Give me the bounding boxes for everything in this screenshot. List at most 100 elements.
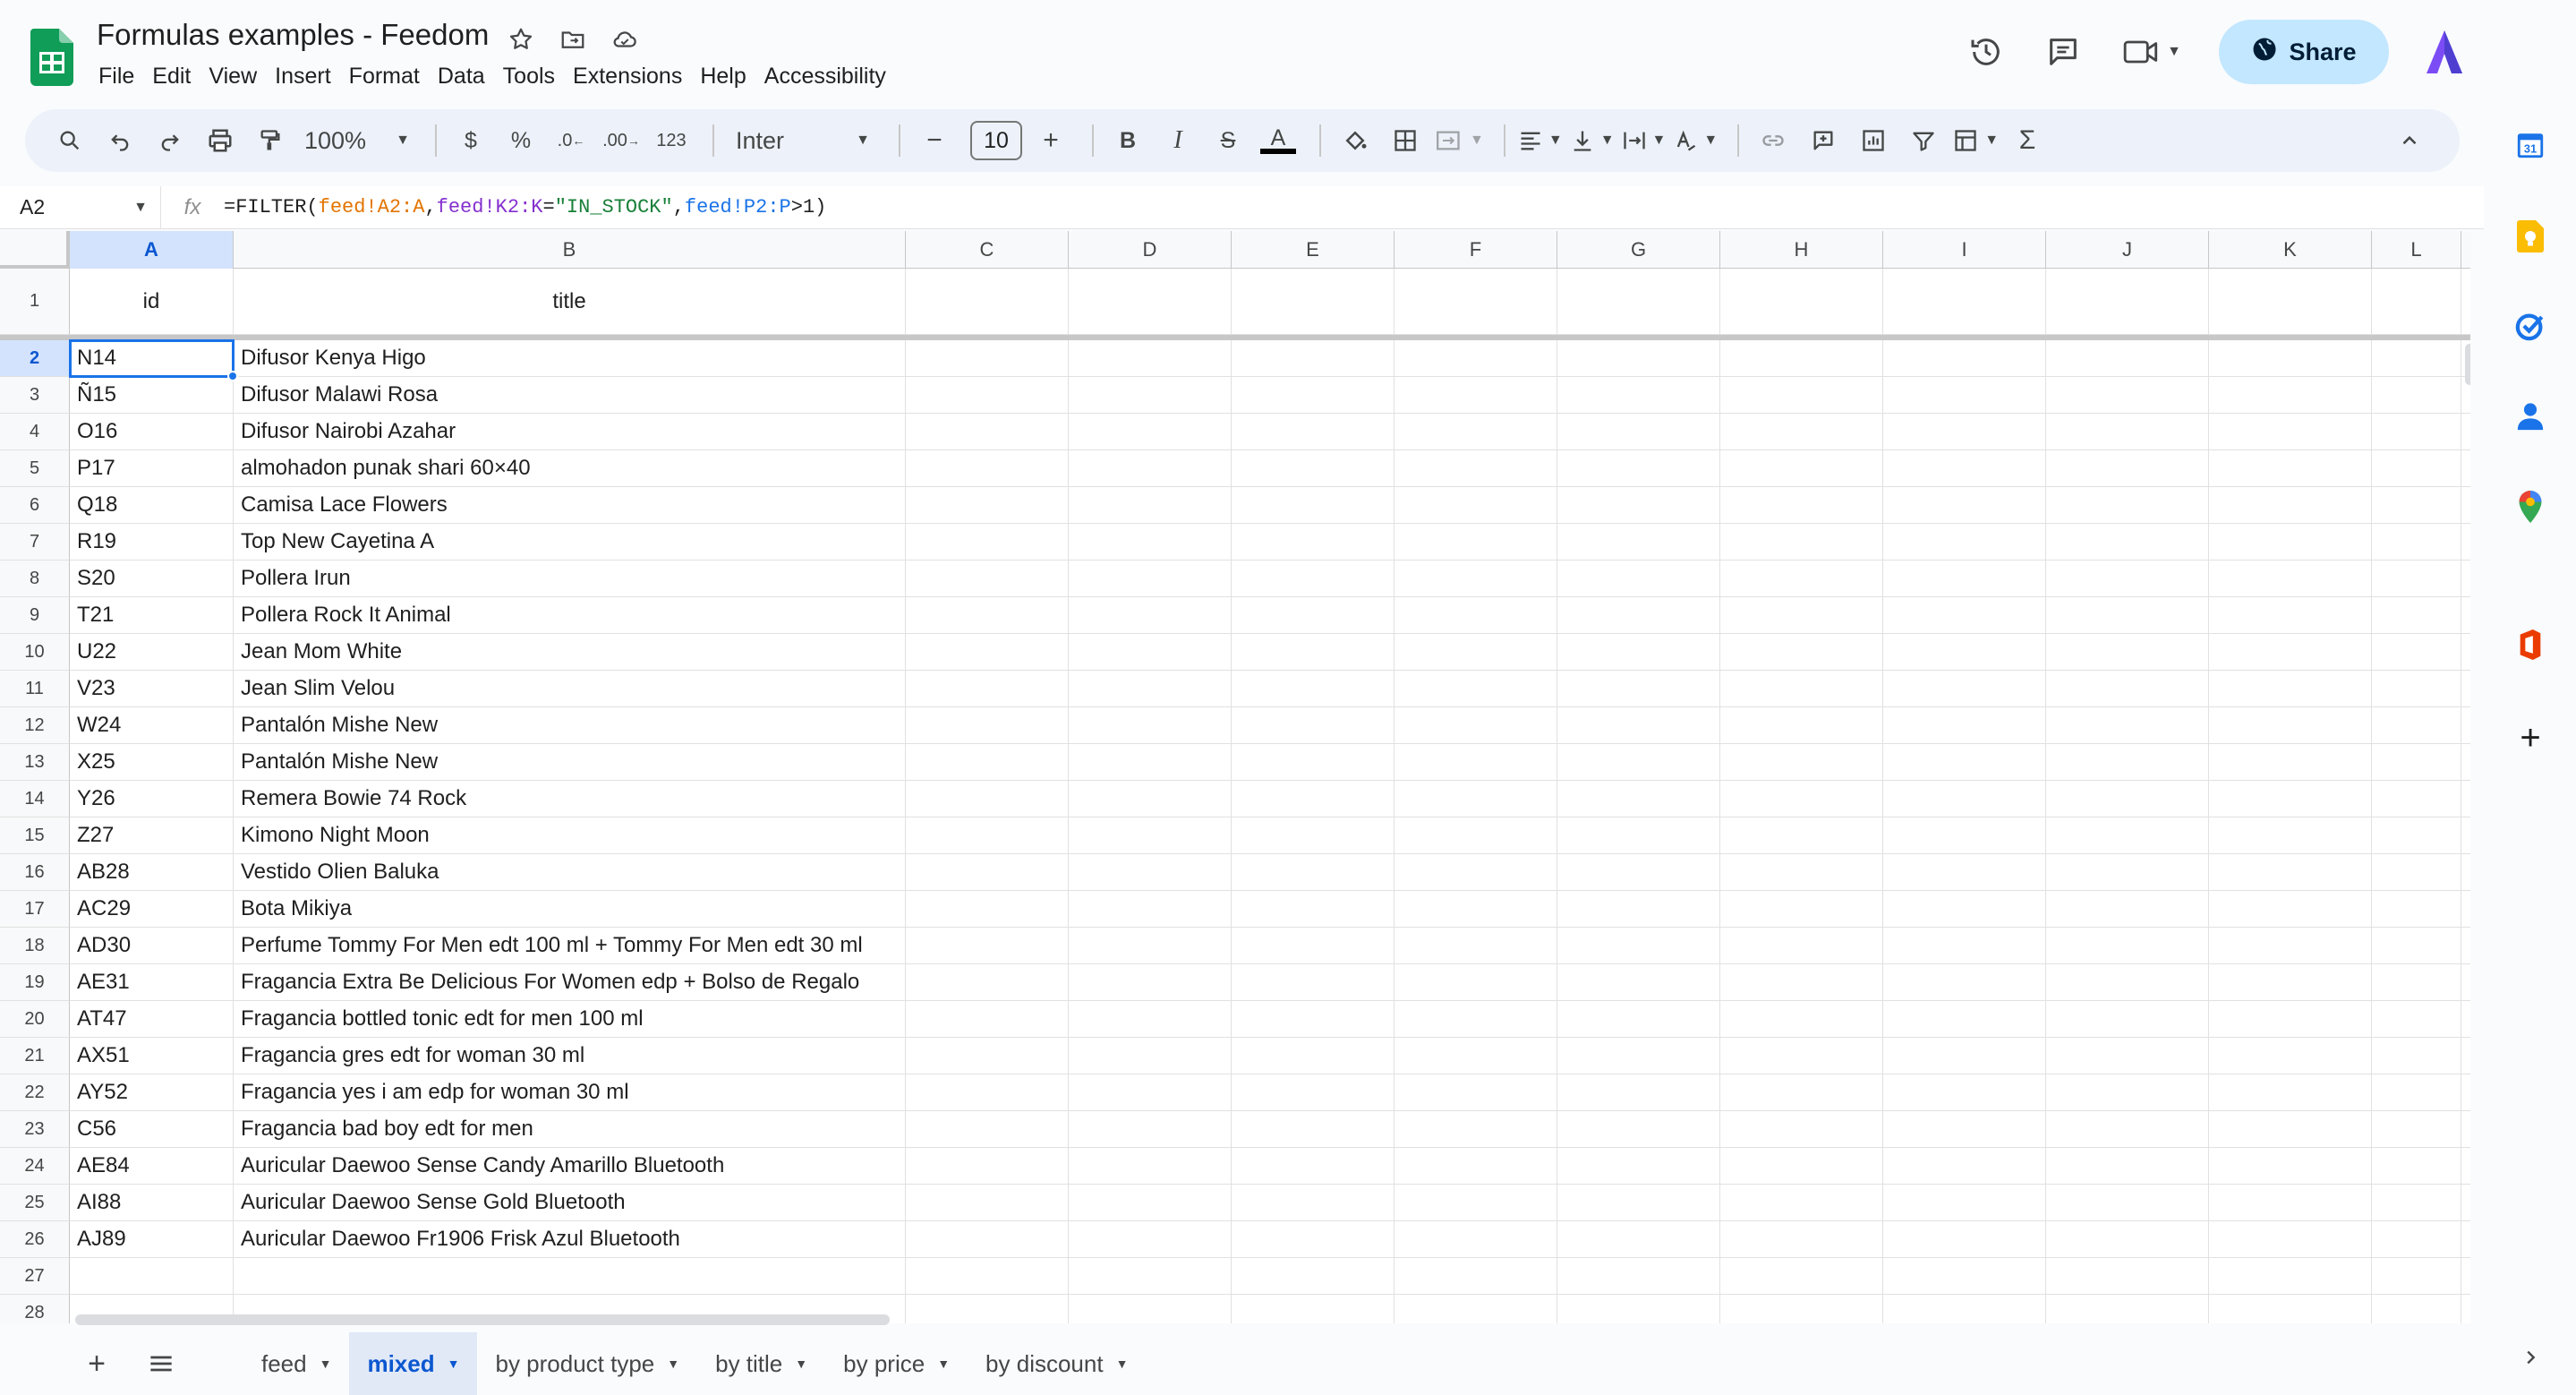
- cell-id[interactable]: P17: [70, 450, 234, 486]
- empty-cell[interactable]: [1069, 414, 1232, 449]
- menu-insert[interactable]: Insert: [266, 61, 340, 91]
- sheet-tab-by-discount[interactable]: by discount ▼: [968, 1332, 1146, 1395]
- row-header[interactable]: 4: [0, 414, 70, 450]
- empty-cell[interactable]: [1395, 1038, 1557, 1074]
- empty-cell[interactable]: [1232, 1038, 1395, 1074]
- empty-cell[interactable]: [906, 928, 1069, 963]
- row-header[interactable]: 13: [0, 744, 70, 781]
- empty-cell[interactable]: [1069, 964, 1232, 1000]
- empty-cell[interactable]: [1557, 964, 1720, 1000]
- insert-link-icon[interactable]: [1752, 119, 1795, 162]
- empty-cell[interactable]: [1557, 487, 1720, 523]
- empty-cell[interactable]: [1395, 817, 1557, 853]
- cloud-status-icon[interactable]: [607, 21, 643, 57]
- empty-cell[interactable]: [1232, 524, 1395, 560]
- empty-cell[interactable]: [2209, 1185, 2372, 1220]
- empty-cell[interactable]: [1232, 744, 1395, 780]
- empty-cell[interactable]: [1232, 891, 1395, 927]
- all-sheets-icon[interactable]: [132, 1340, 190, 1387]
- empty-cell[interactable]: [1232, 340, 1395, 376]
- percent-format-button[interactable]: %: [499, 119, 542, 162]
- filter-icon[interactable]: [1902, 119, 1945, 162]
- empty-cell[interactable]: [2046, 854, 2209, 890]
- row-header[interactable]: 5: [0, 450, 70, 487]
- empty-cell[interactable]: [1557, 524, 1720, 560]
- empty-cell[interactable]: [906, 634, 1069, 670]
- cell-title[interactable]: Fragancia bottled tonic edt for men 100 …: [234, 1001, 906, 1037]
- empty-cell[interactable]: [1720, 269, 1883, 334]
- empty-cell[interactable]: [2209, 450, 2372, 486]
- frozen-row-divider[interactable]: [0, 335, 2470, 340]
- empty-cell[interactable]: [1232, 487, 1395, 523]
- empty-cell[interactable]: [1883, 597, 2046, 633]
- empty-cell[interactable]: [1557, 707, 1720, 743]
- sheet-tab-by-price[interactable]: by price ▼: [825, 1332, 968, 1395]
- formula-input[interactable]: =FILTER(feed!A2:A,feed!K2:K="IN_STOCK",f…: [224, 196, 826, 218]
- cell-title[interactable]: Jean Mom White: [234, 634, 906, 670]
- empty-cell[interactable]: [2209, 1258, 2372, 1294]
- empty-cell[interactable]: [1557, 1038, 1720, 1074]
- empty-cell[interactable]: [2372, 1148, 2461, 1184]
- undo-icon[interactable]: [98, 119, 141, 162]
- empty-cell[interactable]: [1232, 671, 1395, 706]
- more-formats-button[interactable]: 123: [650, 119, 693, 162]
- empty-cell[interactable]: [1069, 1074, 1232, 1110]
- empty-cell[interactable]: [2372, 817, 2461, 853]
- empty-cell[interactable]: [2046, 1221, 2209, 1257]
- empty-cell[interactable]: [2372, 928, 2461, 963]
- cell-title[interactable]: Perfume Tommy For Men edt 100 ml + Tommy…: [234, 928, 906, 963]
- row-header[interactable]: 18: [0, 928, 70, 964]
- empty-cell[interactable]: [1557, 1295, 1720, 1323]
- empty-cell[interactable]: [2372, 561, 2461, 596]
- empty-cell[interactable]: [2046, 340, 2209, 376]
- empty-cell[interactable]: [1883, 1295, 2046, 1323]
- empty-cell[interactable]: [906, 1295, 1069, 1323]
- empty-cell[interactable]: [1883, 634, 2046, 670]
- empty-cell[interactable]: [1069, 377, 1232, 413]
- empty-cell[interactable]: [1557, 781, 1720, 817]
- text-color-button[interactable]: A: [1257, 119, 1300, 162]
- empty-cell[interactable]: [2209, 1295, 2372, 1323]
- empty-cell[interactable]: [1720, 1258, 1883, 1294]
- empty-cell[interactable]: [2209, 524, 2372, 560]
- empty-cell[interactable]: [2046, 634, 2209, 670]
- empty-cell[interactable]: [1883, 1148, 2046, 1184]
- chevron-down-icon[interactable]: ▼: [1116, 1356, 1129, 1371]
- empty-cell[interactable]: [1883, 340, 2046, 376]
- share-button[interactable]: Share: [2219, 20, 2389, 84]
- empty-cell[interactable]: [2372, 377, 2461, 413]
- empty-cell[interactable]: [1557, 891, 1720, 927]
- empty-cell[interactable]: [2372, 1074, 2461, 1110]
- empty-cell[interactable]: [2046, 1074, 2209, 1110]
- empty-cell[interactable]: [1720, 487, 1883, 523]
- empty-cell[interactable]: [2046, 744, 2209, 780]
- empty-cell[interactable]: [2046, 561, 2209, 596]
- empty-cell[interactable]: [1720, 1001, 1883, 1037]
- empty-cell[interactable]: [1720, 928, 1883, 963]
- empty-cell[interactable]: [1395, 854, 1557, 890]
- empty-cell[interactable]: [2046, 450, 2209, 486]
- cell-id[interactable]: U22: [70, 634, 234, 670]
- empty-cell[interactable]: [1232, 1074, 1395, 1110]
- cell-title[interactable]: Pollera Rock It Animal: [234, 597, 906, 633]
- empty-cell[interactable]: [1069, 269, 1232, 334]
- empty-cell[interactable]: [1069, 1148, 1232, 1184]
- empty-cell[interactable]: [1720, 597, 1883, 633]
- menu-view[interactable]: View: [200, 61, 266, 91]
- empty-cell[interactable]: [1232, 597, 1395, 633]
- empty-cell[interactable]: [1232, 1001, 1395, 1037]
- empty-cell[interactable]: [1720, 1148, 1883, 1184]
- empty-cell[interactable]: [1232, 781, 1395, 817]
- cell-id[interactable]: Q18: [70, 487, 234, 523]
- empty-cell[interactable]: [2209, 487, 2372, 523]
- empty-cell[interactable]: [1720, 414, 1883, 449]
- empty-cell[interactable]: [906, 597, 1069, 633]
- empty-cell[interactable]: [1883, 707, 2046, 743]
- cell-id[interactable]: R19: [70, 524, 234, 560]
- empty-cell[interactable]: [2209, 707, 2372, 743]
- empty-cell[interactable]: [1557, 414, 1720, 449]
- cell-id[interactable]: S20: [70, 561, 234, 596]
- cell-id[interactable]: T21: [70, 597, 234, 633]
- cell-id[interactable]: AD30: [70, 928, 234, 963]
- empty-cell[interactable]: [2209, 928, 2372, 963]
